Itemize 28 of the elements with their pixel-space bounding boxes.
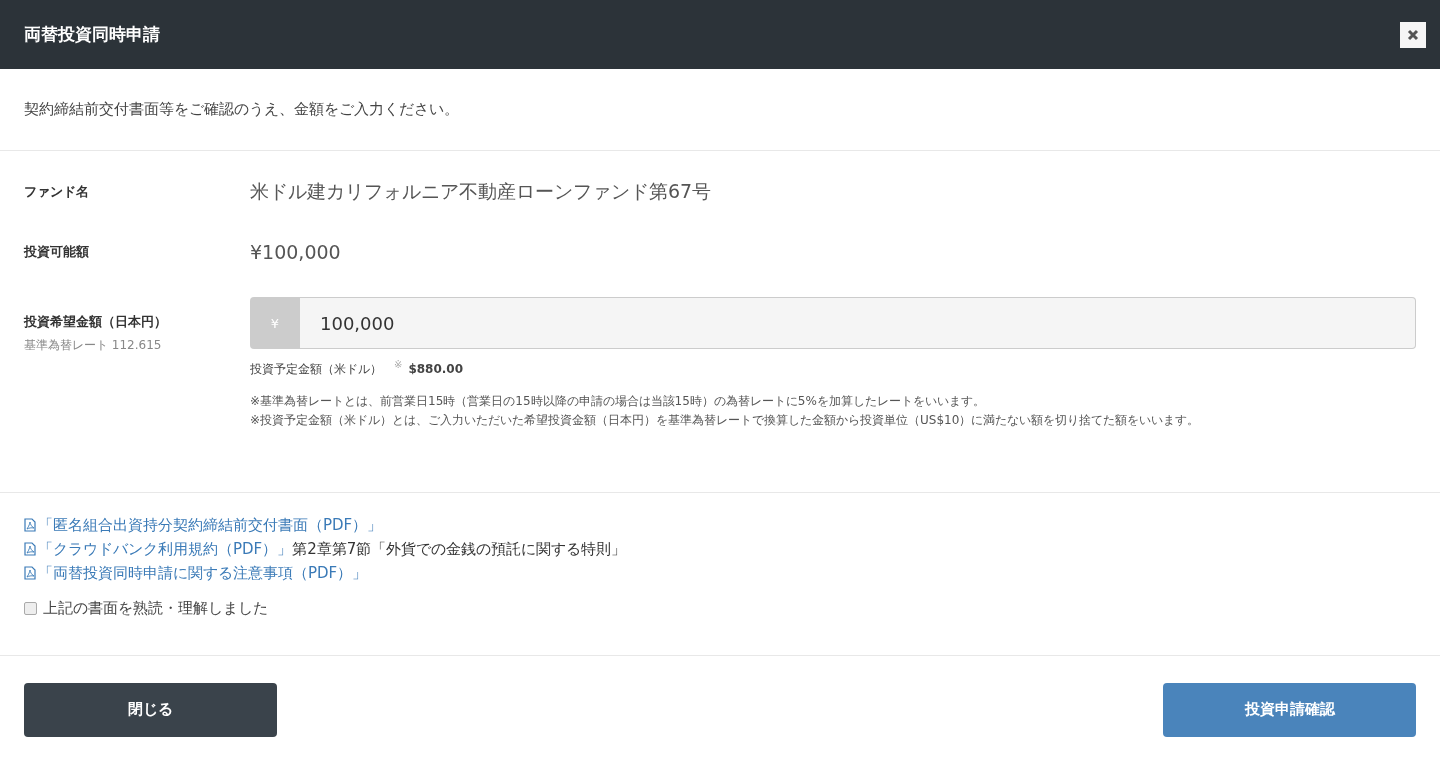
note-text: ※投資予定金額（米ドル）とは、ご入力いただいた希望投資金額（日本円）を基準為替レートで換算した金額から投資単位（US$10）に満たない額を切り捨てた額をいいます。: [250, 412, 1201, 429]
dialog-title: 両替投資同時申請: [24, 23, 160, 46]
pdf-link[interactable]: 「両替投資同時申請に関する注意事項（PDF）」: [24, 561, 368, 585]
field-label: ファンド名: [24, 183, 90, 201]
instruction-text: 契約締結前交付書面等をご確認のうえ、金額をご入力ください。: [24, 100, 459, 119]
usd-label: 投資予定金額（米ドル）: [250, 362, 382, 376]
pdf-icon: [24, 518, 36, 532]
amount-input-field[interactable]: 100,000: [300, 297, 1416, 349]
field-label: 投資希望金額（日本円）: [24, 313, 168, 331]
fund-name: 米ドル建カリフォルニア不動産ローンファンド第67号: [250, 179, 712, 204]
close-icon: [1407, 28, 1419, 41]
close-button[interactable]: [1400, 21, 1426, 48]
confirm-button[interactable]: 投資申請確認: [1163, 682, 1416, 737]
available-amount: ¥100,000: [250, 241, 341, 263]
exchange-rate: 基準為替レート 112.615: [24, 337, 163, 354]
pdf-link[interactable]: 「匿名組合出資持分契約締結前交付書面（PDF）」: [24, 513, 383, 537]
pdf-icon: [24, 542, 36, 556]
document-section-text: 第2章第7節「外貨での金銭の預託に関する特則」: [292, 539, 627, 560]
note-text: ※基準為替レートとは、前営業日15時（営業日の15時以降の申請の場合は当該15時）の為替レートに5%を加算したレートをいいます。: [250, 393, 986, 410]
close-button[interactable]: 閉じる: [24, 682, 277, 737]
currency-addon: ¥: [250, 297, 300, 349]
pdf-link[interactable]: 「クラウドバンク利用規約（PDF）」: [24, 537, 293, 561]
usd-amount: $880.00: [408, 362, 464, 376]
field-label: 投資可能額: [24, 243, 90, 261]
pdf-icon: [24, 566, 36, 580]
checkbox-label[interactable]: 上記の書面を熟読・理解しました: [43, 599, 268, 618]
agreement-checkbox[interactable]: [24, 602, 37, 615]
note-mark: ※: [394, 359, 403, 370]
